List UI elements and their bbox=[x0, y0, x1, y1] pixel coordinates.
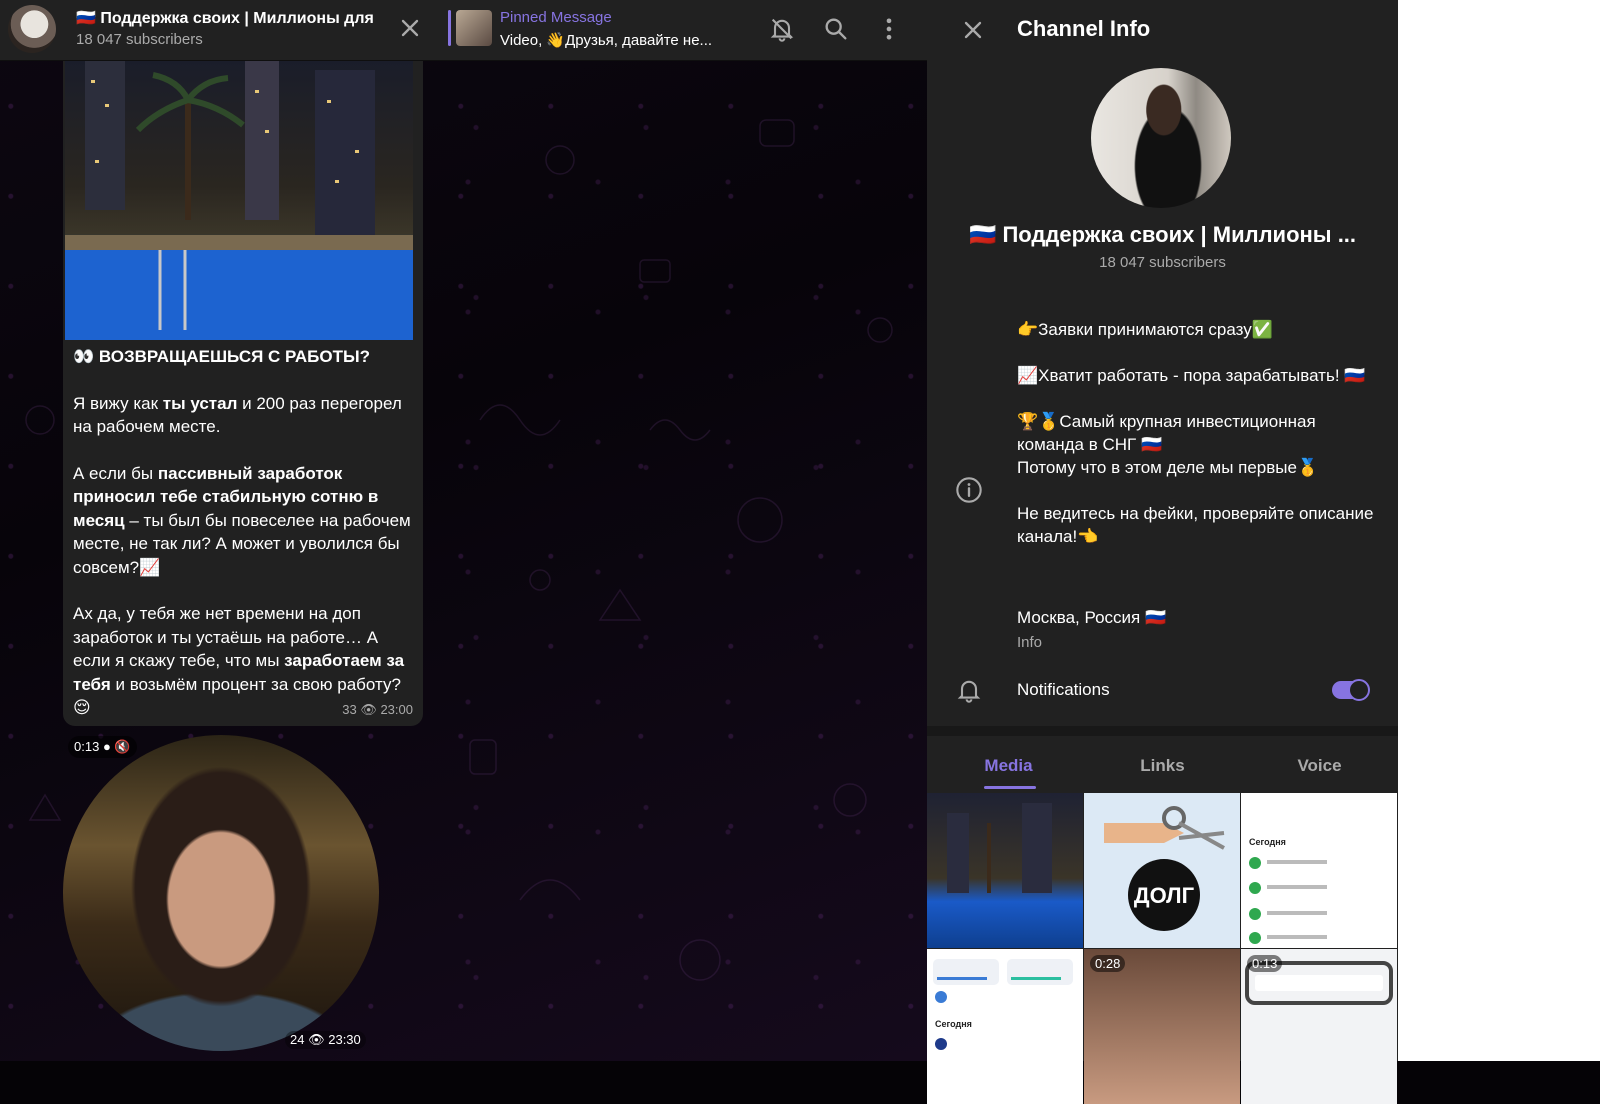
unread-dot-icon: ● bbox=[102, 739, 111, 754]
message-text-run: Я вижу как bbox=[73, 393, 163, 413]
video-duration-badge: 0:13 bbox=[1247, 955, 1283, 972]
media-item-screenshot[interactable]: Сегодня bbox=[1241, 793, 1397, 948]
message-photo[interactable] bbox=[65, 60, 413, 340]
city-pool-thumbnail-icon bbox=[947, 803, 1052, 893]
transaction-list-icon bbox=[1249, 857, 1327, 944]
media-item-image[interactable]: ДОЛГ bbox=[1084, 793, 1240, 948]
mute-bell-icon[interactable] bbox=[768, 15, 796, 43]
eye-icon: 👁 bbox=[360, 702, 377, 717]
message-text-run: А если бы bbox=[73, 463, 158, 483]
description-line: 👉Заявки принимаются сразу✅ bbox=[1017, 320, 1273, 339]
description-line: Не ведитесь на фейки, проверяйте описани… bbox=[1017, 504, 1374, 546]
message-paragraph-2: А если бы пассивный заработок приносил т… bbox=[73, 462, 413, 580]
tab-voice[interactable]: Voice bbox=[1241, 756, 1398, 776]
bank-app-icon bbox=[933, 959, 1073, 1050]
subscriber-count: 18 047 subscribers bbox=[76, 31, 203, 48]
channel-location[interactable]: Москва, Россия 🇷🇺 bbox=[1017, 608, 1166, 628]
message-text-run: 👀 ВОЗВРАЩАЕШЬСЯ С РАБОТЫ? bbox=[73, 347, 371, 366]
video-duration-badge: 0:13 ● 🔇 bbox=[68, 736, 137, 758]
location-sublabel: Info bbox=[1017, 634, 1043, 651]
notifications-label[interactable]: Notifications bbox=[1017, 680, 1110, 700]
message-text: 👀 ВОЗВРАЩАЕШЬСЯ С РАБОТЫ? Я вижу как ты … bbox=[73, 345, 413, 726]
channel-name: 🇷🇺 Поддержка своих | Миллионы ... bbox=[968, 222, 1357, 247]
channel-description[interactable]: 👉Заявки принимаются сразу✅ 📈Хватит работ… bbox=[1017, 318, 1377, 571]
blank-area bbox=[1398, 0, 1600, 1061]
message-time: 23:00 bbox=[380, 702, 413, 717]
active-tab-indicator bbox=[984, 786, 1036, 789]
notifications-toggle[interactable] bbox=[1332, 679, 1370, 701]
video-duration-badge: 0:28 bbox=[1090, 955, 1126, 972]
video-duration: 0:13 bbox=[74, 739, 100, 754]
tab-links[interactable]: Links bbox=[1084, 756, 1241, 776]
section-divider bbox=[927, 726, 1398, 736]
tab-media[interactable]: Media bbox=[930, 756, 1087, 776]
screenshot-label: Сегодня bbox=[935, 1019, 972, 1029]
search-icon[interactable] bbox=[822, 15, 850, 43]
message-text-run: – ты был бы повеселее на рабочем месте, … bbox=[73, 510, 411, 577]
description-line: 🏆🥇Самый крупная инвестиционная команда в… bbox=[1017, 412, 1319, 477]
video-time: 23:30 bbox=[328, 1032, 361, 1047]
channel-profile-photo[interactable] bbox=[1091, 68, 1231, 208]
media-item-video[interactable]: 0:28 bbox=[1084, 949, 1240, 1104]
chat-area: 🇷🇺 Поддержка своих | Миллионы для 18 047… bbox=[0, 0, 927, 1061]
media-item-photo[interactable] bbox=[927, 793, 1083, 948]
info-icon bbox=[956, 477, 982, 503]
muted-icon[interactable]: 🔇 bbox=[114, 739, 130, 754]
close-panel-icon[interactable] bbox=[959, 16, 987, 44]
chat-header: 🇷🇺 Поддержка своих | Миллионы для 18 047… bbox=[0, 0, 927, 61]
channel-avatar[interactable] bbox=[8, 5, 56, 53]
card-input-icon bbox=[1245, 961, 1393, 1005]
screenshot-label: Сегодня bbox=[1249, 837, 1286, 847]
more-options-icon[interactable] bbox=[875, 15, 903, 43]
channel-info-panel: Channel Info 🇷🇺 Поддержка своих | Миллио… bbox=[927, 0, 1398, 1104]
message-bubble[interactable]: 👀 ВОЗВРАЩАЕШЬСЯ С РАБОТЫ? Я вижу как ты … bbox=[63, 60, 423, 726]
message-paragraph-0: 👀 ВОЗВРАЩАЕШЬСЯ С РАБОТЫ? bbox=[73, 345, 413, 369]
media-item-screenshot[interactable]: Сегодня bbox=[927, 949, 1083, 1104]
media-grid: ДОЛГ Сегодня Сегодня 0:28 0:13 bbox=[927, 793, 1398, 1104]
panel-title: Channel Info bbox=[1017, 16, 1151, 41]
message-text-run: ты устал bbox=[162, 393, 238, 413]
video-meta: 24 👁 23:30 bbox=[285, 1031, 366, 1049]
video-view-count: 24 bbox=[290, 1032, 305, 1047]
message-paragraph-1: Я вижу как ты устал и 200 раз перегорел … bbox=[73, 392, 413, 439]
message-meta: 33 👁 23:00 bbox=[342, 702, 413, 718]
city-pool-photo bbox=[65, 60, 413, 340]
pinned-indicator bbox=[448, 10, 451, 46]
description-line: 📈Хватит работать - пора зарабатывать! 🇷🇺 bbox=[1017, 366, 1366, 385]
pinned-label[interactable]: Pinned Message bbox=[500, 9, 612, 26]
media-item-video[interactable]: 0:13 bbox=[1241, 949, 1397, 1104]
media-item-image-label: ДОЛГ bbox=[1133, 883, 1195, 908]
video-message[interactable] bbox=[63, 735, 379, 1051]
view-count: 33 bbox=[342, 702, 357, 717]
scissors-icon bbox=[1104, 806, 1225, 931]
close-icon[interactable] bbox=[396, 14, 424, 42]
channel-title[interactable]: 🇷🇺 Поддержка своих | Миллионы для bbox=[76, 8, 388, 28]
channel-subscribers: 18 047 subscribers bbox=[1099, 254, 1226, 271]
pinned-thumbnail[interactable] bbox=[456, 10, 492, 46]
bell-icon bbox=[957, 680, 981, 703]
eye-icon: 👁 bbox=[308, 1032, 325, 1047]
pinned-text[interactable]: Video, 👋Друзья, давайте не... bbox=[500, 31, 712, 49]
